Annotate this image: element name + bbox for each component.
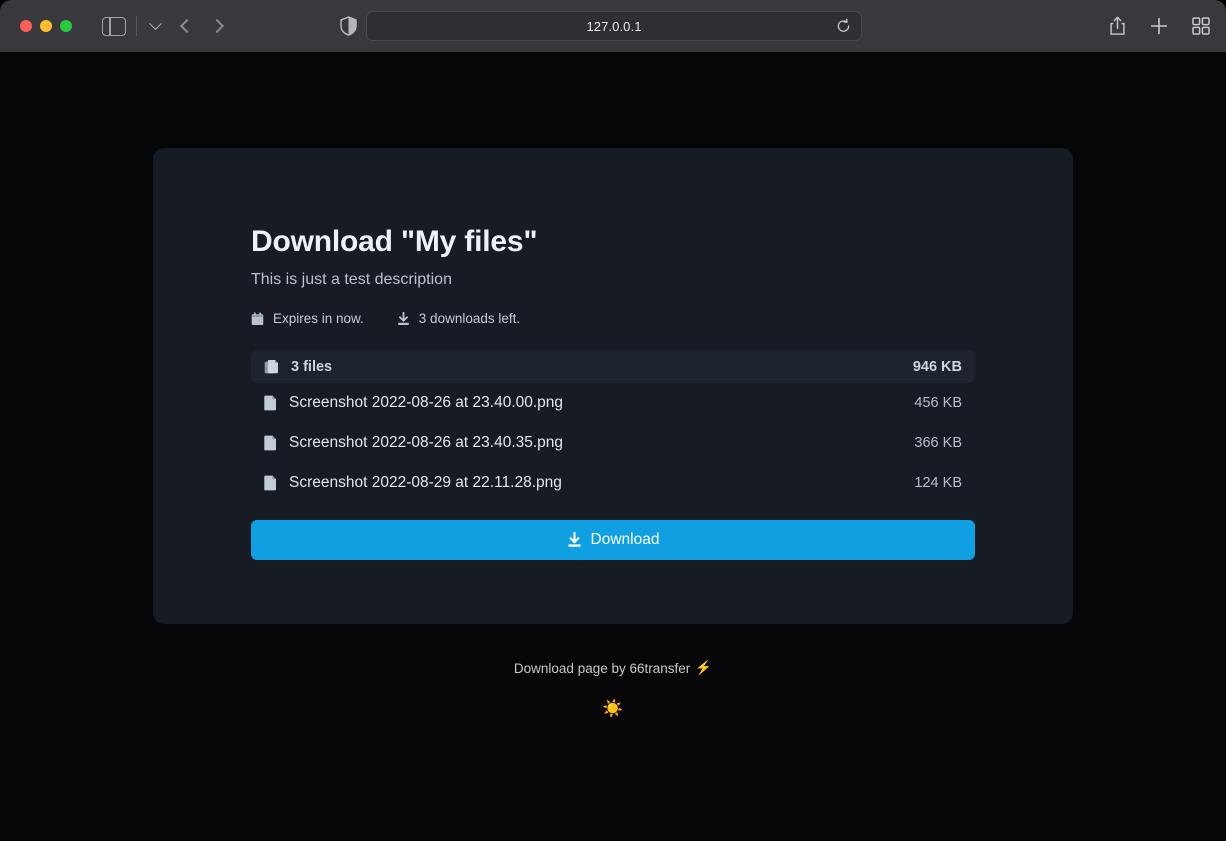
file-name: Screenshot 2022-08-29 at 22.11.28.png: [289, 474, 562, 492]
reload-icon[interactable]: [836, 19, 851, 34]
chevron-down-icon[interactable]: [149, 17, 162, 30]
download-icon: [567, 532, 582, 548]
tab-overview-icon[interactable]: [1192, 17, 1210, 35]
files-total-size: 946 KB: [913, 359, 962, 375]
page-description: This is just a test description: [251, 271, 975, 289]
browser-toolbar: 127.0.0.1: [0, 0, 1226, 52]
back-arrow-icon[interactable]: [180, 19, 194, 33]
address-bar[interactable]: 127.0.0.1: [366, 11, 862, 41]
plus-icon[interactable]: [1150, 17, 1168, 35]
navigation-arrows: [182, 21, 222, 31]
theme-toggle-button[interactable]: ☀️: [602, 700, 623, 717]
file-name: Screenshot 2022-08-26 at 23.40.00.png: [289, 394, 563, 412]
download-card: Download "My files" This is just a test …: [153, 148, 1073, 624]
download-button[interactable]: Download: [251, 520, 975, 560]
toolbar-right-group: [1109, 16, 1210, 36]
minimize-button[interactable]: [40, 20, 52, 32]
meta-row: Expires in now. 3 downloads left.: [251, 311, 975, 326]
file-icon: [264, 475, 277, 491]
file-name: Screenshot 2022-08-26 at 23.40.35.png: [289, 434, 563, 452]
list-item[interactable]: Screenshot 2022-08-29 at 22.11.28.png 12…: [251, 463, 975, 503]
expiry-text: Expires in now.: [273, 311, 364, 326]
page-content: Download "My files" This is just a test …: [0, 52, 1226, 841]
forward-arrow-icon[interactable]: [210, 19, 224, 33]
downloads-left-info: 3 downloads left.: [397, 311, 520, 326]
browser-window: 127.0.0.1: [0, 0, 1226, 841]
file-icon: [264, 435, 277, 451]
list-item[interactable]: Screenshot 2022-08-26 at 23.40.35.png 36…: [251, 423, 975, 463]
page-title: Download "My files": [251, 224, 975, 260]
download-icon: [397, 312, 410, 326]
downloads-left-text: 3 downloads left.: [419, 311, 520, 326]
expiry-info: Expires in now.: [251, 311, 364, 326]
list-item[interactable]: Screenshot 2022-08-26 at 23.40.00.png 45…: [251, 383, 975, 423]
privacy-shield-icon[interactable]: [340, 16, 357, 36]
calendar-icon: [251, 312, 264, 326]
close-button[interactable]: [20, 20, 32, 32]
files-count-label: 3 files: [291, 359, 332, 375]
footer-text: Download page by 66transfer: [514, 661, 690, 676]
footer-credit: Download page by 66transfer ⚡: [514, 660, 712, 676]
bolt-icon: ⚡: [695, 660, 712, 676]
copy-files-icon: [264, 359, 279, 375]
file-size: 456 KB: [914, 395, 962, 411]
file-icon: [264, 395, 277, 411]
toolbar-left-group: [72, 16, 357, 36]
url-text: 127.0.0.1: [586, 19, 641, 34]
file-size: 124 KB: [914, 475, 962, 491]
window-controls: [20, 20, 72, 32]
share-icon[interactable]: [1109, 16, 1126, 36]
maximize-button[interactable]: [60, 20, 72, 32]
download-button-label: Download: [591, 531, 660, 549]
sidebar-toggle-icon[interactable]: [102, 17, 126, 36]
files-summary-row: 3 files 946 KB: [251, 350, 975, 383]
file-size: 366 KB: [914, 435, 962, 451]
toolbar-divider: [136, 16, 137, 36]
